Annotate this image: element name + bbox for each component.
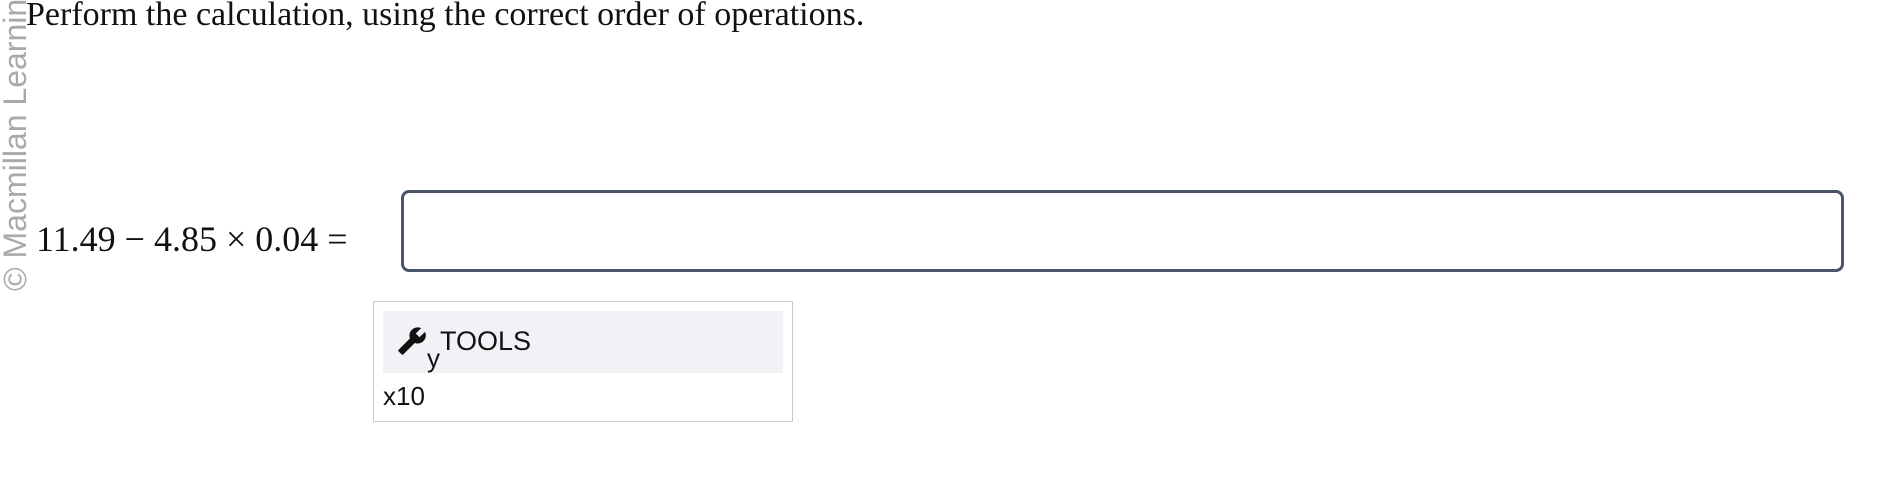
wrench-icon bbox=[398, 327, 426, 355]
question-instruction: Perform the calculation, using the corre… bbox=[26, 0, 865, 33]
answer-input[interactable] bbox=[401, 190, 1844, 272]
tools-panel: y TOOLS x10 bbox=[373, 301, 793, 422]
copyright-watermark: © Macmillan Learning bbox=[0, 0, 33, 291]
x10-button[interactable]: x10 bbox=[383, 383, 425, 409]
tools-button[interactable]: y TOOLS bbox=[383, 311, 783, 373]
tools-subscript: y bbox=[427, 343, 440, 373]
math-expression: 11.49 − 4.85 × 0.04 = bbox=[36, 219, 348, 259]
tools-label: TOOLS bbox=[440, 326, 532, 356]
